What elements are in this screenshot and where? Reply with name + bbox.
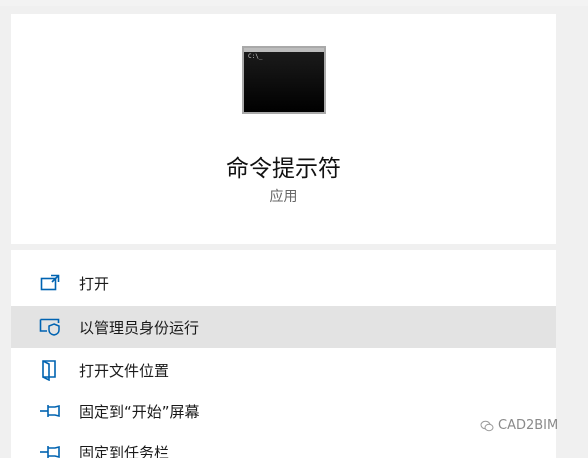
pin-icon (39, 400, 61, 422)
menu-item-run-as-admin[interactable]: 以管理员身份运行 (11, 306, 556, 348)
watermark: CAD2BIM (480, 418, 558, 433)
wechat-logo-icon (480, 420, 494, 431)
terminal-prompt-glyph: C:\_ (248, 53, 263, 60)
app-type-label: 应用 (269, 189, 298, 205)
shield-run-admin-icon (39, 316, 61, 338)
file-location-icon (39, 359, 61, 381)
watermark-text: CAD2BIM (498, 418, 559, 433)
menu-item-label: 以管理员身份运行 (79, 318, 200, 337)
pin-icon (39, 441, 61, 458)
terminal-screen: C:\_ (244, 48, 324, 112)
menu-item-label: 固定到“开始”屏幕 (79, 402, 200, 421)
app-preview-card: C:\_ 命令提示符 应用 (11, 14, 556, 244)
action-menu: 打开 以管理员身份运行 打开文件位置 固定到“开始”屏幕 固定到任务栏 (11, 250, 556, 458)
open-window-icon (39, 272, 61, 294)
top-strip (0, 0, 588, 6)
menu-item-open-file-location[interactable]: 打开文件位置 (11, 349, 556, 391)
app-title: 命令提示符 (226, 156, 341, 182)
menu-item-open[interactable]: 打开 (11, 262, 556, 304)
menu-item-label: 打开 (79, 274, 110, 293)
command-prompt-app-icon: C:\_ (242, 46, 326, 114)
menu-item-label: 固定到任务栏 (79, 443, 170, 458)
start-search-detail-panel: C:\_ 命令提示符 应用 打开 以管理员身份运行 打开文件位置 固定到“开始”… (0, 0, 588, 458)
menu-item-pin-to-taskbar[interactable]: 固定到任务栏 (11, 431, 556, 458)
menu-item-pin-to-start[interactable]: 固定到“开始”屏幕 (11, 390, 556, 432)
menu-item-label: 打开文件位置 (79, 361, 170, 380)
